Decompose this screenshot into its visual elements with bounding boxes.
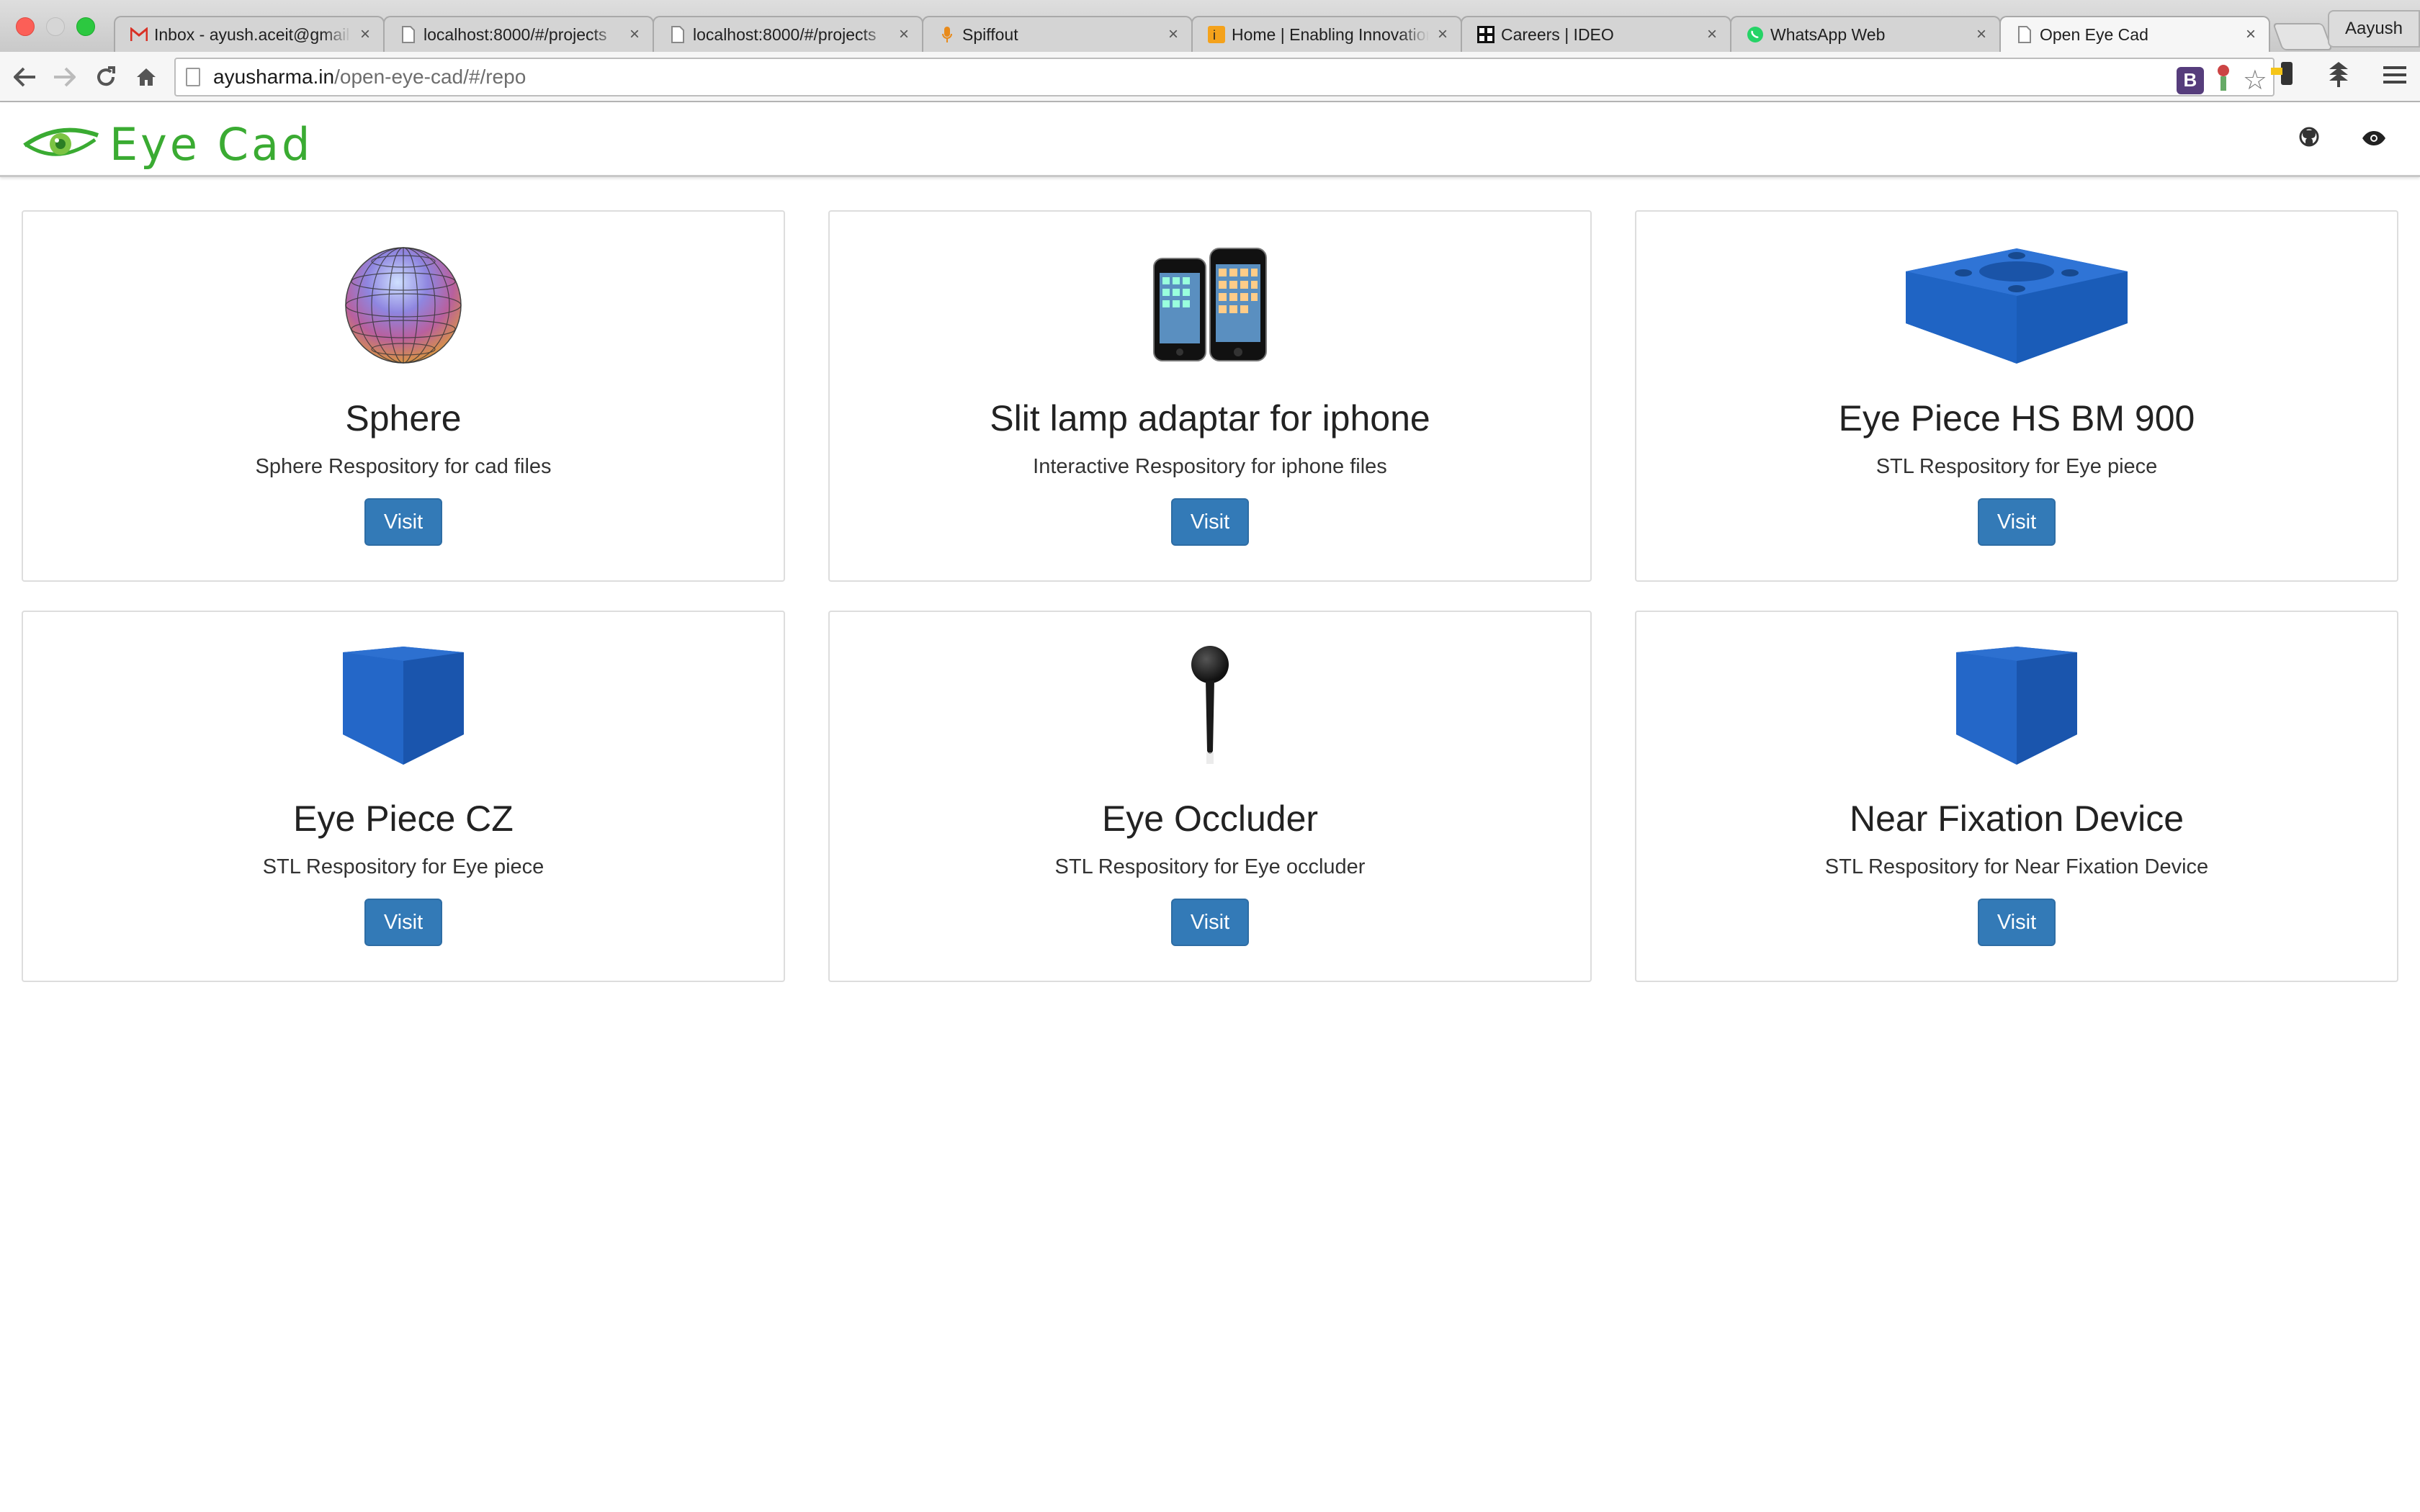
- blue-cube-thumbnail: [1636, 644, 2397, 768]
- tab-whatsapp[interactable]: WhatsApp Web ×: [1730, 16, 2001, 52]
- tab-title: WhatsApp Web: [1770, 24, 1886, 44]
- repo-card: Eye Piece CZ STL Respository for Eye pie…: [22, 611, 785, 982]
- forward-icon[interactable]: [46, 59, 82, 95]
- repo-title: Slit lamp adaptar for iphone: [990, 398, 1430, 438]
- tab-title: localhost:8000/#/projects: [424, 24, 607, 44]
- repo-title: Sphere: [345, 398, 462, 438]
- minimize-window-button[interactable]: [46, 17, 65, 36]
- visit-button[interactable]: Visit: [1978, 899, 2056, 946]
- site-navbar: Eye Cad: [0, 102, 2420, 177]
- blue-cube-thumbnail: [23, 644, 784, 768]
- url-host: ayusharma.in: [213, 66, 335, 88]
- profile-button[interactable]: Aayush: [2328, 10, 2420, 48]
- address-bar[interactable]: ayusharma.in/open-eye-cad/#/repo B ☆: [174, 58, 2275, 96]
- repo-title: Near Fixation Device: [1849, 798, 2184, 839]
- close-window-button[interactable]: [16, 17, 35, 36]
- toolbar-extensions: [2267, 60, 2410, 94]
- page-icon: [668, 25, 687, 44]
- tab-careers-ideo[interactable]: Careers | IDEO ×: [1461, 16, 1731, 52]
- bootstrap-extension-icon[interactable]: B: [2176, 66, 2204, 94]
- iphone-thumbnail: [830, 243, 1590, 367]
- eye-icon[interactable]: [2361, 127, 2387, 152]
- ideo-icon: [1476, 25, 1495, 44]
- tab-title: Inbox - ayush.aceit@gmail.com: [154, 24, 351, 44]
- reload-icon[interactable]: [88, 59, 124, 95]
- repo-card: Eye Occluder STL Respository for Eye occ…: [828, 611, 1592, 982]
- tab-title: localhost:8000/#/projects: [693, 24, 877, 44]
- browser-tab-strip: Inbox - ayush.aceit@gmail.com × localhos…: [0, 0, 2420, 52]
- tab-spiffout[interactable]: Spiffout ×: [922, 16, 1193, 52]
- repo-card: Near Fixation Device STL Respository for…: [1635, 611, 2398, 982]
- tab-close-icon[interactable]: ×: [1165, 24, 1181, 45]
- brand-logo[interactable]: Eye Cad: [23, 118, 313, 171]
- home-icon[interactable]: [128, 59, 164, 95]
- tab-close-icon[interactable]: ×: [1973, 24, 1989, 45]
- page-icon: [2015, 25, 2034, 44]
- tab-localhost-2[interactable]: localhost:8000/#/projects ×: [653, 16, 923, 52]
- tab-title: Open Eye Cad: [2040, 24, 2148, 44]
- whatsapp-icon: [1746, 25, 1765, 44]
- repo-description: Sphere Respository for cad files: [255, 455, 552, 478]
- tab-title: Spiffout: [962, 24, 1018, 44]
- repo-title: Eye Piece CZ: [293, 798, 514, 839]
- github-icon[interactable]: [2296, 127, 2322, 153]
- svg-text:i: i: [1213, 28, 1216, 42]
- tab-close-icon[interactable]: ×: [627, 24, 642, 45]
- repo-card: Slit lamp adaptar for iphone Interactive…: [828, 210, 1592, 582]
- tab-open-eye-cad[interactable]: Open Eye Cad ×: [1999, 16, 2270, 52]
- visit-button[interactable]: Visit: [1978, 498, 2056, 546]
- visit-button[interactable]: Visit: [1171, 899, 1249, 946]
- occluder-thumbnail: [830, 644, 1590, 768]
- site-icon: i: [1207, 25, 1226, 44]
- tree-extension-icon[interactable]: [2323, 60, 2354, 94]
- tab-gmail[interactable]: Inbox - ayush.aceit@gmail.com ×: [114, 16, 385, 52]
- tab-list: Inbox - ayush.aceit@gmail.com × localhos…: [114, 16, 2333, 52]
- mic-icon: [938, 25, 956, 44]
- gmail-icon: [130, 25, 148, 44]
- maximize-window-button[interactable]: [76, 17, 95, 36]
- repo-description: STL Respository for Eye piece: [262, 855, 544, 878]
- tab-close-icon[interactable]: ×: [2243, 24, 2259, 45]
- repo-grid: Sphere Sphere Respository for cad files …: [22, 210, 2398, 982]
- bookmark-star-icon[interactable]: ☆: [2243, 64, 2267, 96]
- page-icon: [399, 25, 418, 44]
- phone-extension-icon[interactable]: [2267, 60, 2298, 94]
- repo-card: Eye Piece HS BM 900 STL Respository for …: [1635, 210, 2398, 582]
- tab-close-icon[interactable]: ×: [896, 24, 912, 45]
- tab-title: Home | Enabling Innovation: [1232, 24, 1429, 44]
- tab-localhost-1[interactable]: localhost:8000/#/projects ×: [383, 16, 654, 52]
- visit-button[interactable]: Visit: [1171, 498, 1249, 546]
- repo-description: Interactive Respository for iphone files: [1033, 455, 1387, 478]
- window-controls: [16, 17, 95, 36]
- visit-button[interactable]: Visit: [364, 899, 442, 946]
- repo-card: Sphere Sphere Respository for cad files …: [22, 210, 785, 582]
- eyepiece-plate-thumbnail: [1636, 243, 2397, 367]
- browser-toolbar: ayusharma.in/open-eye-cad/#/repo B ☆: [0, 52, 2420, 102]
- extension-icon[interactable]: [2214, 63, 2233, 97]
- tab-close-icon[interactable]: ×: [357, 24, 373, 45]
- back-icon[interactable]: [7, 59, 43, 95]
- tab-close-icon[interactable]: ×: [1704, 24, 1720, 45]
- brand-name: Eye Cad: [109, 118, 313, 171]
- new-tab-button[interactable]: [2272, 23, 2333, 50]
- visit-button[interactable]: Visit: [364, 498, 442, 546]
- repo-description: STL Respository for Eye piece: [1876, 455, 2158, 478]
- url-path: /open-eye-cad/#/repo: [334, 66, 526, 88]
- menu-icon[interactable]: [2380, 63, 2410, 91]
- navbar-icons: [2296, 127, 2387, 153]
- repo-title: Eye Occluder: [1101, 798, 1319, 839]
- tab-close-icon[interactable]: ×: [1435, 24, 1451, 45]
- page-icon: [186, 68, 200, 86]
- repo-description: STL Respository for Near Fixation Device: [1824, 855, 2209, 878]
- repo-description: STL Respository for Eye occluder: [1054, 855, 1366, 878]
- omnibox-actions: B ☆: [2176, 63, 2267, 97]
- eye-logo-icon: [23, 127, 99, 156]
- tab-enabling-innovation[interactable]: i Home | Enabling Innovation ×: [1191, 16, 1462, 52]
- sphere-model-thumbnail: [23, 243, 784, 367]
- repo-title: Eye Piece HS BM 900: [1838, 398, 2195, 438]
- tab-title: Careers | IDEO: [1501, 24, 1614, 44]
